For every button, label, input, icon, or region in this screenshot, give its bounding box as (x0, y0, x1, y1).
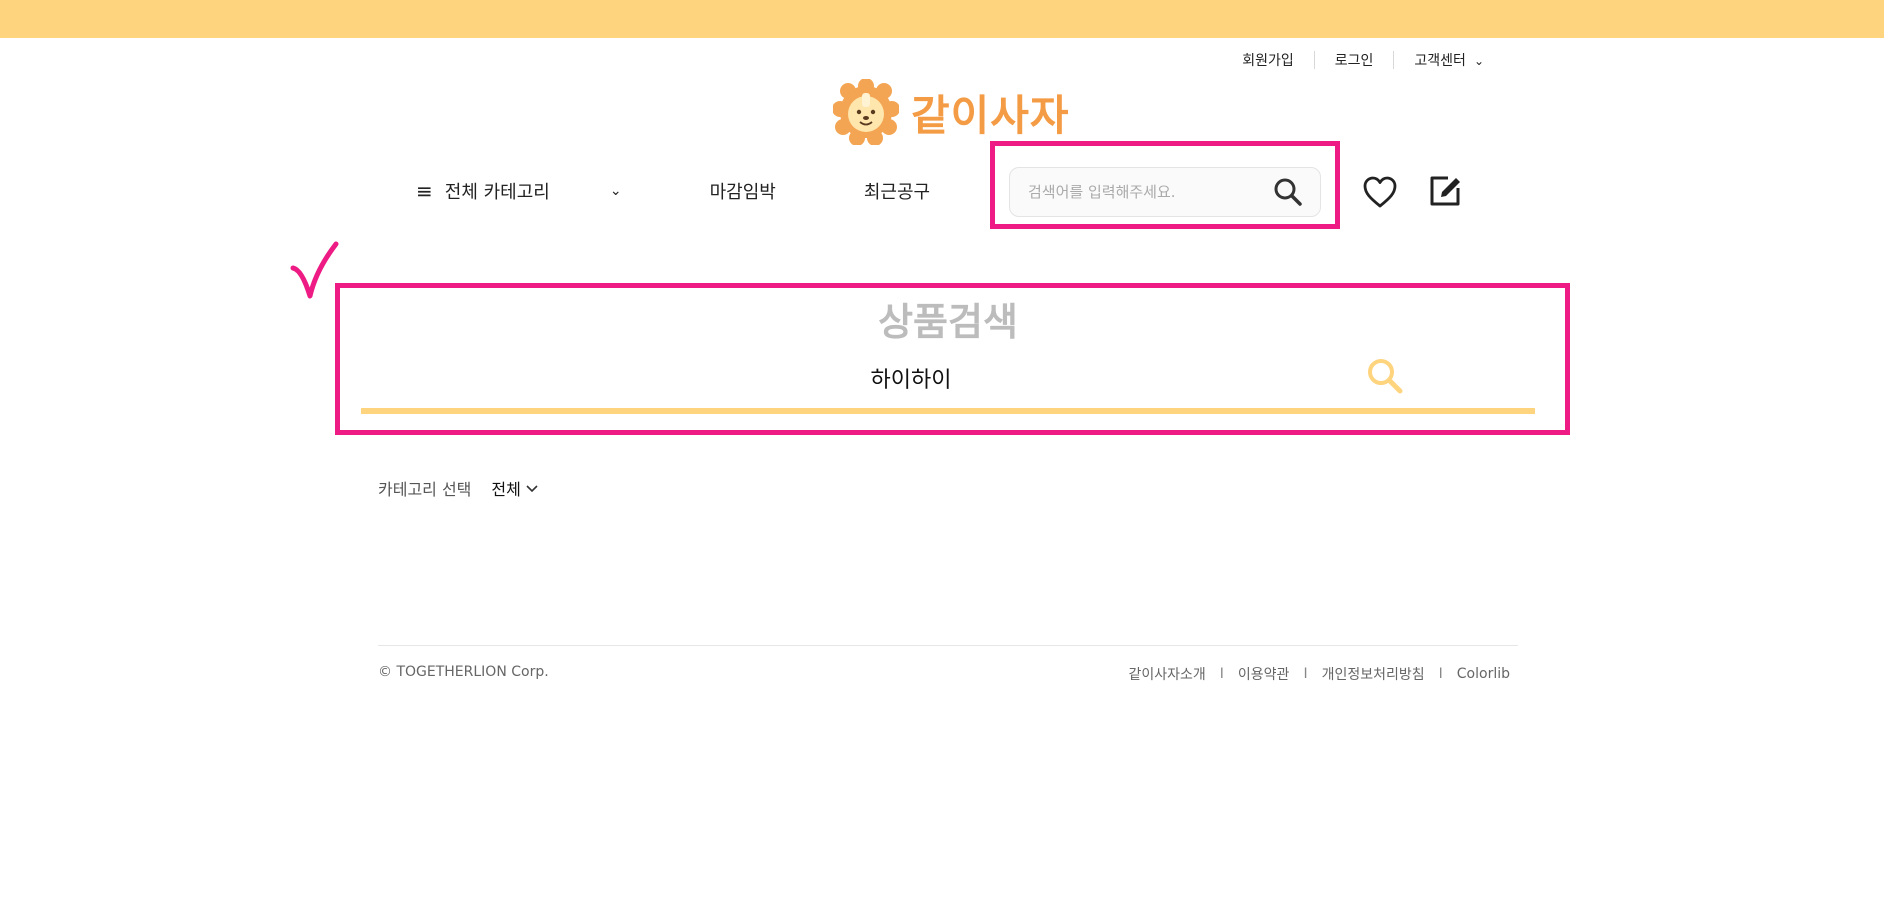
page-title: 상품검색 (878, 300, 1018, 344)
login-link[interactable]: 로그인 (1315, 50, 1394, 70)
hamburger-icon: ≡ (416, 179, 433, 203)
signup-link[interactable]: 회원가입 (1222, 50, 1314, 70)
heart-icon (1363, 176, 1397, 208)
footer-link-privacy[interactable]: 개인정보처리방침 (1322, 664, 1425, 684)
category-select[interactable]: 전체 (491, 476, 538, 500)
footer-link-terms[interactable]: 이용약관 (1238, 664, 1290, 684)
search-icon[interactable] (1365, 356, 1405, 396)
lion-logo-icon (833, 79, 899, 145)
footer-link-about[interactable]: 같이사자소개 (1129, 664, 1206, 684)
footer-divider (378, 645, 1518, 646)
top-banner-bar (0, 0, 1884, 38)
chevron-down-icon: ⌄ (1473, 54, 1484, 68)
site-logo[interactable]: 같이사자 (833, 79, 1070, 145)
category-filter: 카테고리 선택 전체 (378, 476, 539, 500)
copyright-text: © TOGETHERLION Corp. (378, 664, 549, 680)
nav-recent-group-buy[interactable]: 최근공구 (864, 178, 930, 204)
all-categories-label: 전체 카테고리 (444, 182, 550, 203)
main-nav: ≡ 전체 카테고리 ⌄ 마감임박 최근공구 (416, 178, 930, 204)
footer-separator: I (1219, 666, 1224, 682)
customer-center-menu[interactable]: 고객센터 ⌄ (1394, 50, 1504, 70)
edit-icon (1430, 176, 1460, 206)
chevron-down-icon: ⌄ (609, 183, 622, 199)
footer-separator: I (1303, 666, 1308, 682)
product-search-input[interactable] (361, 350, 1461, 406)
footer-link-colorlib[interactable]: Colorlib (1457, 666, 1510, 682)
product-search-bar (361, 350, 1535, 414)
search-underline (361, 408, 1535, 414)
chevron-down-icon (526, 485, 538, 493)
wishlist-button[interactable] (1362, 175, 1398, 213)
write-button[interactable] (1426, 172, 1464, 214)
all-categories-menu[interactable]: ≡ 전체 카테고리 ⌄ (416, 178, 622, 204)
category-filter-label: 카테고리 선택 (378, 480, 472, 499)
logo-text: 같이사자 (911, 90, 1070, 140)
category-select-value: 전체 (491, 480, 521, 499)
highlight-box (990, 141, 1340, 229)
footer-separator: I (1438, 666, 1443, 682)
footer-links: 같이사자소개 I 이용약관 I 개인정보처리방침 I Colorlib (1129, 664, 1511, 684)
customer-center-label: 고객센터 (1414, 53, 1466, 69)
nav-closing-soon[interactable]: 마감임박 (710, 178, 776, 204)
utility-nav: 회원가입 로그인 고객센터 ⌄ (1222, 50, 1504, 70)
